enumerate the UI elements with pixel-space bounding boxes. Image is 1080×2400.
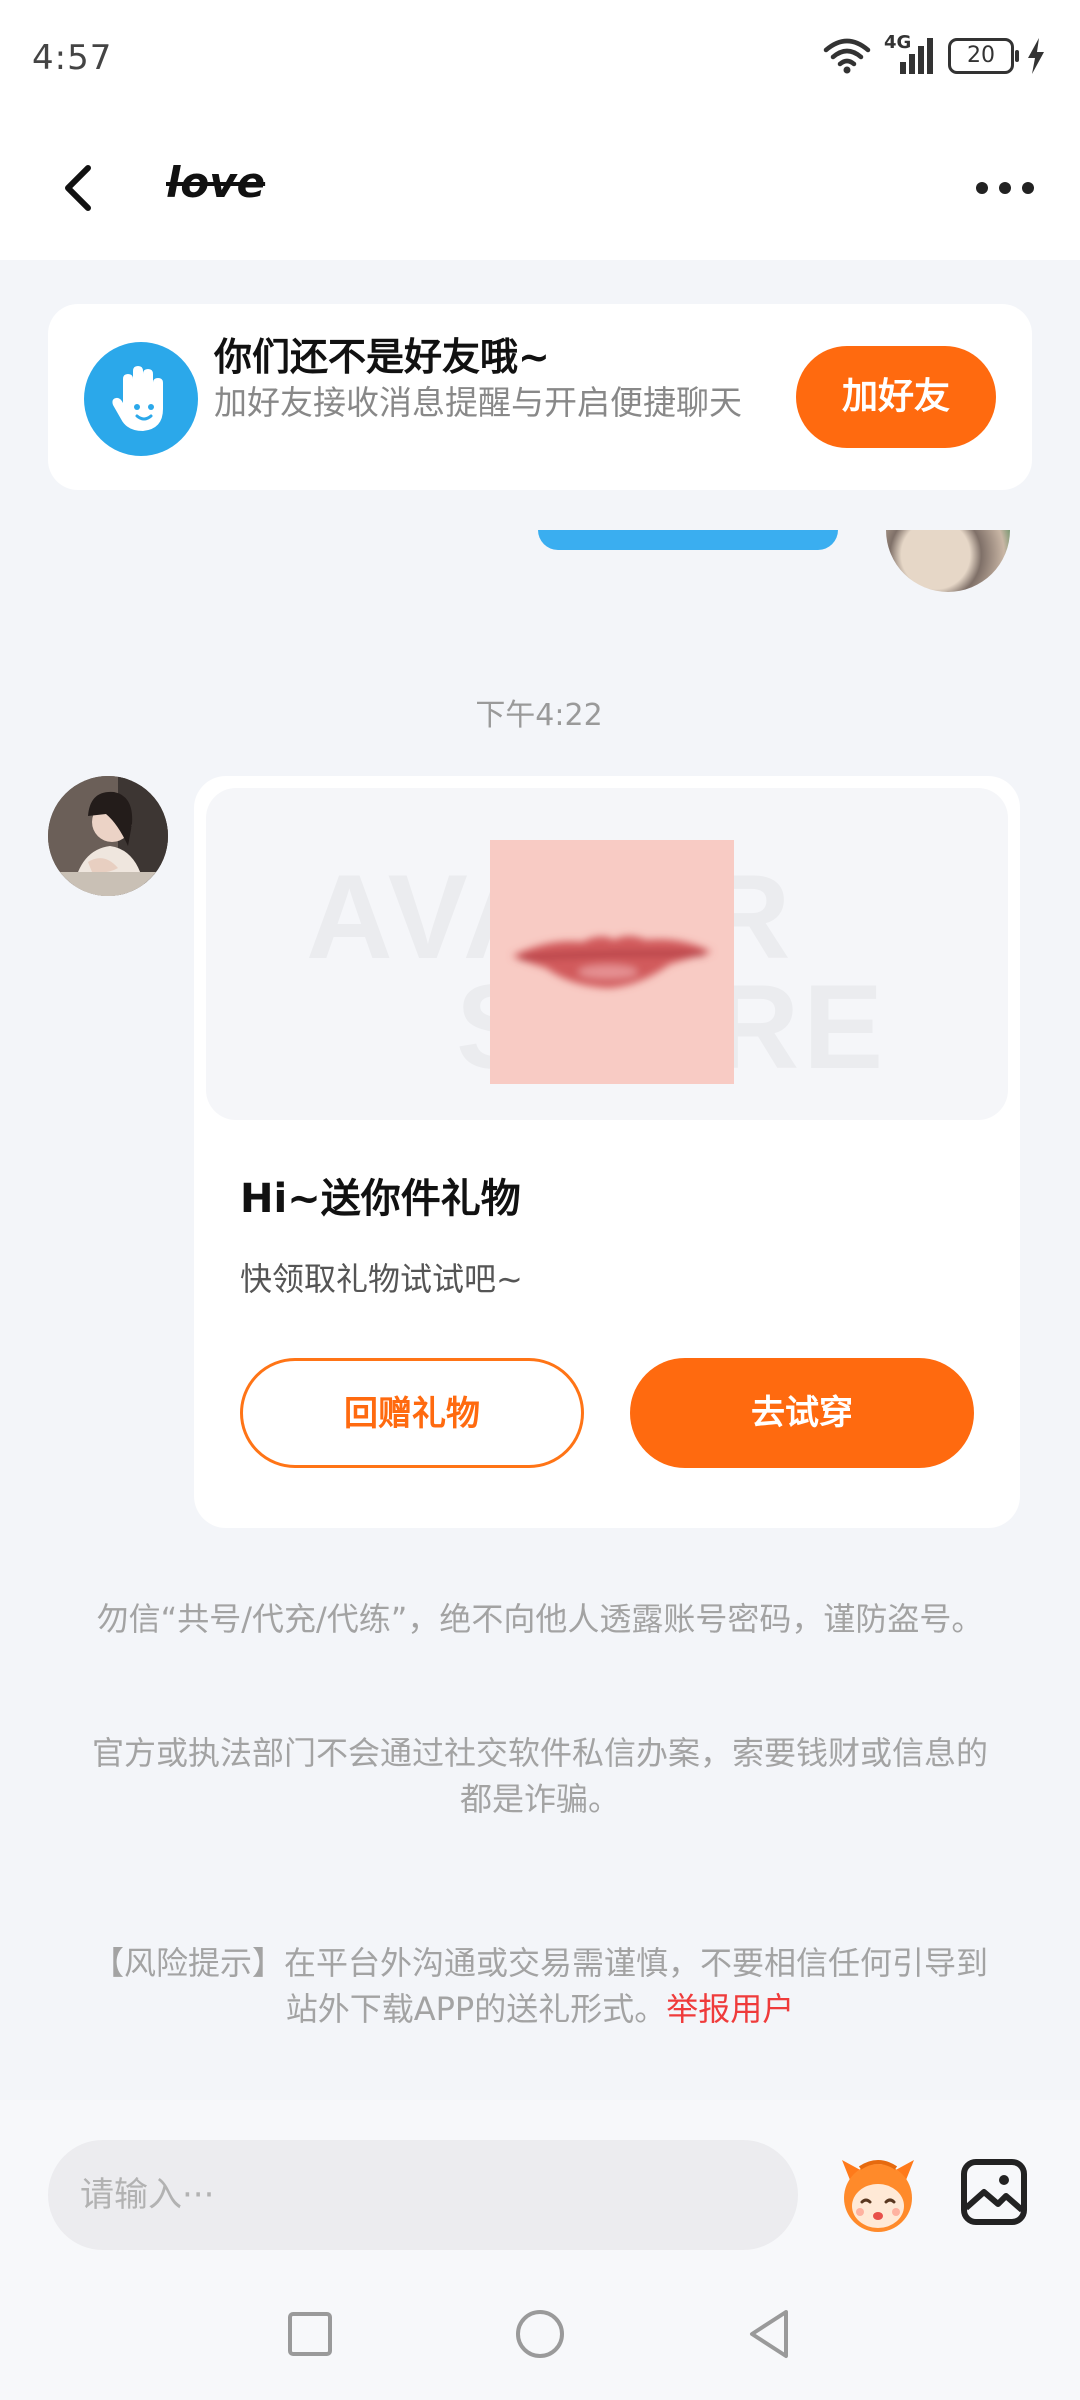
status-bar: 4:57 4G 20 <box>0 0 1080 120</box>
back-nav-button[interactable] <box>740 2304 800 2364</box>
input-bar <box>0 2100 1080 2270</box>
triangle-back-icon <box>750 2310 788 2358</box>
battery-indicator: 20 <box>948 38 1019 74</box>
timestamp-text: 下午4:22 <box>475 698 603 733</box>
image-icon <box>961 2159 1027 2225</box>
return-gift-button[interactable]: 回赠礼物 <box>240 1358 584 1468</box>
gift-title: Hi~送你件礼物 <box>240 1176 521 1222</box>
chevron-left-icon <box>65 165 91 211</box>
risk-notice: 【风险提示】在平台外沟通或交易需谨慎，不要相信任何引导到站外下载APP的送礼形式… <box>90 1940 990 2032</box>
sender-avatar[interactable] <box>48 776 168 896</box>
hand-wave-icon <box>84 342 198 456</box>
message-input[interactable] <box>48 2140 798 2250</box>
status-time: 4:57 <box>32 38 113 78</box>
try-on-button[interactable]: 去试穿 <box>630 1358 974 1468</box>
image-picker-button[interactable] <box>958 2156 1030 2228</box>
square-icon <box>288 2312 332 2356</box>
mascot-sticker-icon <box>842 2160 914 2232</box>
home-button[interactable] <box>510 2304 570 2364</box>
previous-message-bubble <box>538 530 838 550</box>
gift-subtitle: 快领取礼物试试吧~ <box>240 1260 523 1298</box>
own-avatar[interactable] <box>880 530 1020 592</box>
chat-header: love <box>0 120 1080 260</box>
back-button[interactable] <box>50 158 110 218</box>
charging-icon <box>1028 38 1044 74</box>
banner-description: 加好友接收消息提醒与开启便捷聊天 <box>214 383 742 422</box>
chat-title: love <box>166 158 266 207</box>
add-friend-button[interactable]: 加好友 <box>796 346 996 448</box>
status-icons: 4G 20 <box>822 32 1046 78</box>
report-user-link[interactable]: 举报用户 <box>666 1990 794 2028</box>
more-dots-icon <box>976 182 1034 194</box>
more-options-button[interactable] <box>970 168 1040 208</box>
gift-message-card[interactable]: AVATAR STORE Hi~送你件礼物 快领取礼物试试吧~ 回赠礼物 去试穿 <box>194 776 1020 1528</box>
message-timestamp: 下午4:22 <box>0 690 1080 734</box>
recents-button[interactable] <box>280 2304 340 2364</box>
risk-notice-text: 【风险提示】在平台外沟通或交易需谨慎，不要相信任何引导到站外下载APP的送礼形式… <box>91 1944 988 2028</box>
cell-signal-icon: 4G <box>884 32 936 78</box>
system-nav-bar <box>0 2270 1080 2400</box>
security-notice-fraud: 官方或执法部门不会通过社交软件私信办案，索要钱财或信息的都是诈骗。 <box>91 1734 988 1818</box>
security-notice-account: 勿信“共号/代充/代练”，绝不向他人透露账号密码，谨防盗号。 <box>96 1600 984 1638</box>
not-friends-banner: 你们还不是好友哦~ 加好友接收消息提醒与开启便捷聊天 加好友 <box>48 304 1032 490</box>
wifi-icon <box>823 38 871 74</box>
circle-icon <box>516 2310 564 2358</box>
gift-image-area: AVATAR STORE <box>206 788 1008 1120</box>
gift-lips-image <box>490 840 734 1084</box>
sticker-button[interactable] <box>830 2146 926 2242</box>
banner-title: 你们还不是好友哦~ <box>214 335 550 379</box>
